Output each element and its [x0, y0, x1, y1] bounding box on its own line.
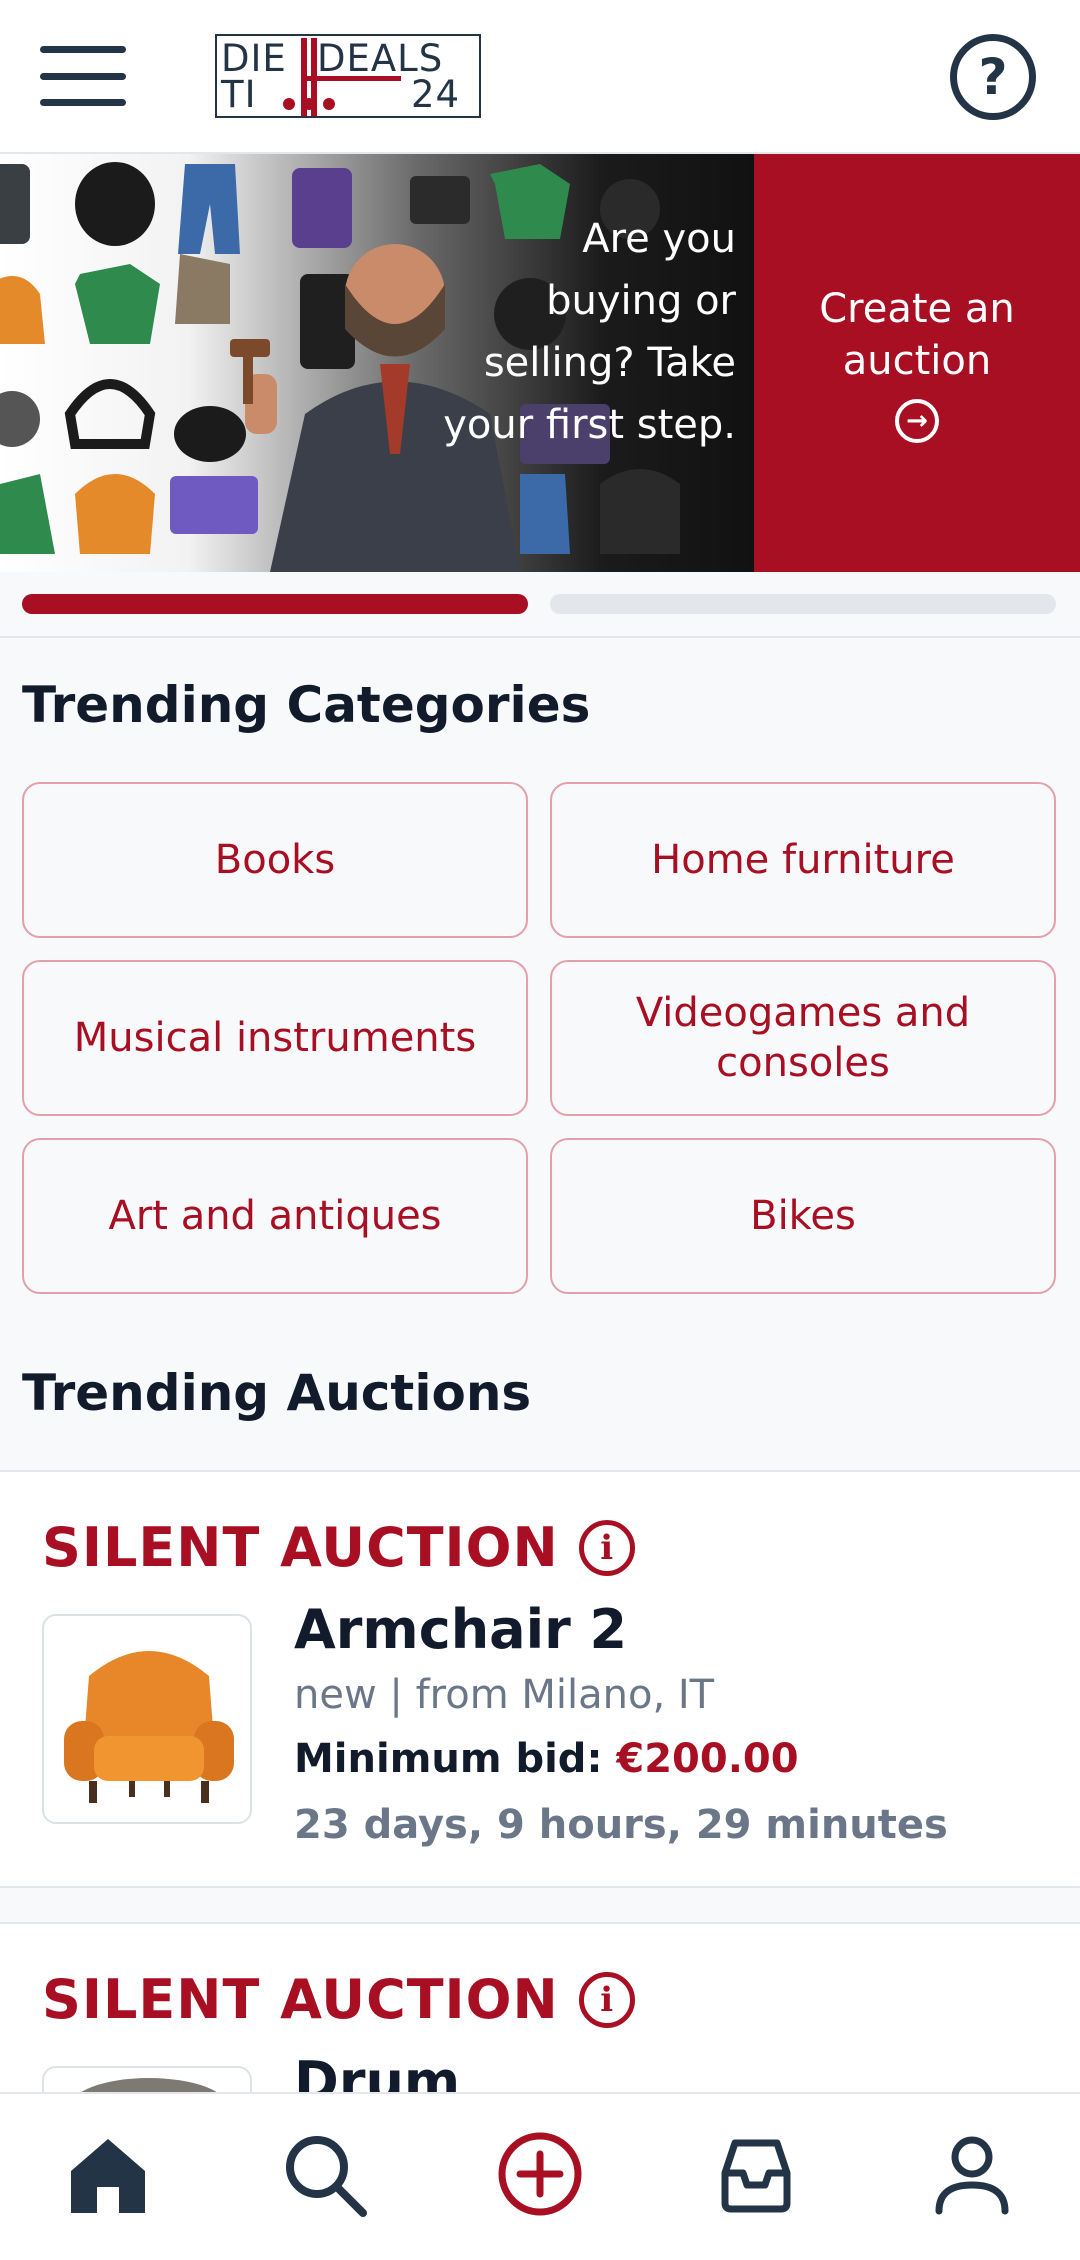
category-musical-instruments[interactable]: Musical instruments	[22, 960, 528, 1116]
auction-thumbnail	[42, 1614, 252, 1824]
hamburger-menu-icon[interactable]	[40, 46, 126, 106]
logo-text-die: DIE	[221, 37, 287, 80]
logo-text-24: 24	[411, 73, 461, 116]
minimum-bid-label: Minimum bid:	[294, 1736, 603, 1782]
logo-dot	[283, 98, 295, 110]
user-icon[interactable]	[922, 2124, 1022, 2224]
bottom-navigation	[0, 2092, 1080, 2260]
home-icon[interactable]	[58, 2124, 158, 2224]
inbox-icon[interactable]	[706, 2124, 806, 2224]
category-art-antiques[interactable]: Art and antiques	[22, 1138, 528, 1294]
category-videogames-consoles[interactable]: Videogames and consoles	[550, 960, 1056, 1116]
logo-dot	[303, 98, 315, 110]
logo-bar-3	[301, 76, 401, 81]
category-home-furniture[interactable]: Home furniture	[550, 782, 1056, 938]
info-icon[interactable]: i	[578, 1519, 635, 1576]
trending-categories-title: Trending Categories	[22, 676, 591, 734]
arrow-right-circle-icon: →	[895, 399, 939, 443]
create-auction-label: Create an auction	[819, 286, 1015, 384]
minimum-bid: Minimum bid: €200.00	[294, 1736, 799, 1782]
promo-banner[interactable]: Are you buying or selling? Take your fir…	[0, 154, 1080, 572]
auction-type-row: SILENT AUCTION i	[42, 1968, 635, 2031]
carousel-indicator	[22, 594, 1058, 616]
logo-dot	[323, 98, 335, 110]
help-icon[interactable]: ?	[950, 34, 1036, 120]
logo[interactable]: DIE TI DEALS 24	[215, 34, 481, 118]
category-bikes[interactable]: Bikes	[550, 1138, 1056, 1294]
create-auction-button[interactable]: Create an auction →	[754, 154, 1080, 572]
logo-text-deals: DEALS	[317, 37, 444, 80]
info-icon[interactable]: i	[578, 1971, 635, 2028]
auction-title: Armchair 2	[294, 1598, 628, 1661]
trending-auctions-title: Trending Auctions	[22, 1364, 532, 1422]
banner-message: Are you buying or selling? Take your fir…	[443, 216, 736, 448]
divider	[0, 636, 1080, 638]
auction-type-label: SILENT AUCTION	[42, 1968, 559, 2031]
carousel-dot-1[interactable]	[22, 594, 528, 614]
minimum-bid-amount: €200.00	[616, 1736, 799, 1782]
auction-type-row: SILENT AUCTION i	[42, 1516, 635, 1579]
app-header: DIE TI DEALS 24 ?	[0, 0, 1080, 154]
armchair-image	[64, 1651, 234, 1803]
search-icon[interactable]	[274, 2124, 374, 2224]
carousel-dot-2[interactable]	[550, 594, 1056, 614]
category-books[interactable]: Books	[22, 782, 528, 938]
logo-text-ti: TI	[221, 73, 257, 116]
add-circle-icon[interactable]	[490, 2124, 590, 2224]
auction-meta: new | from Milano, IT	[294, 1672, 715, 1718]
time-remaining: 23 days, 9 hours, 29 minutes	[294, 1802, 948, 1848]
auction-card[interactable]: SILENT AUCTION i Armchair 2 new | from M…	[0, 1470, 1080, 1888]
auction-type-label: SILENT AUCTION	[42, 1516, 559, 1579]
